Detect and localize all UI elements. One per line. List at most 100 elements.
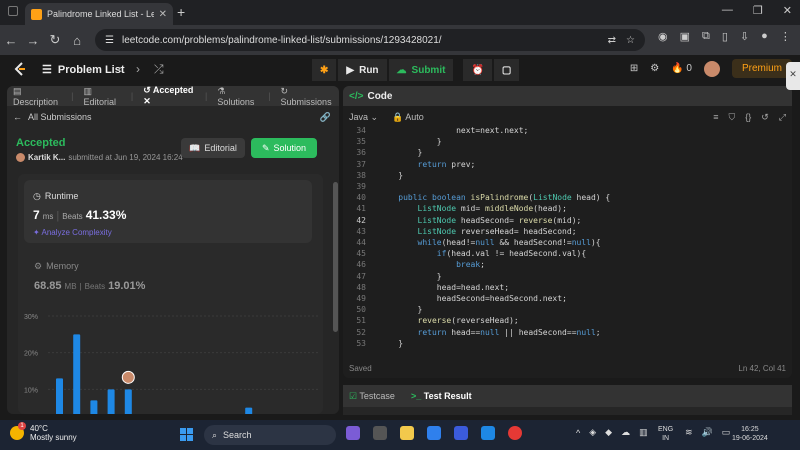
tab-editorial[interactable]: ▥ Editorial [83, 86, 120, 107]
weather-widget[interactable]: 1 40°C Mostly sunny [10, 422, 77, 442]
runtime-card[interactable]: ◷ Runtime 7 ms | Beats 41.33% ✦ Analyze … [24, 180, 312, 243]
tab-test-result[interactable]: >_ Test Result [411, 391, 472, 401]
tab-submissions[interactable]: ↻ Submissions [281, 86, 333, 107]
download-icon[interactable]: ⇩ [740, 30, 749, 43]
side-toggle-icon[interactable]: ✕ [786, 62, 800, 90]
code-line[interactable]: 43 ListNode reverseHead= headSecond; [343, 227, 792, 238]
tab-testcase[interactable]: ☑ Testcase [349, 391, 395, 402]
chevron-up-icon[interactable]: ^ [576, 428, 580, 438]
editorial-button[interactable]: 📖 Editorial [181, 138, 245, 158]
extension-icon[interactable]: ▣ [680, 30, 690, 43]
close-window-icon[interactable]: ✕ [783, 4, 792, 17]
mail-icon[interactable] [427, 426, 441, 440]
analyze-complexity-link[interactable]: ✦ Analyze Complexity [33, 228, 112, 237]
braces-icon[interactable]: {} [745, 112, 751, 123]
chart-bar[interactable] [124, 389, 132, 414]
chart-bar[interactable] [73, 334, 81, 414]
layout-icon[interactable]: ⊞ [630, 63, 638, 74]
language-select[interactable]: Java ⌄ [349, 112, 378, 123]
puzzle-icon[interactable]: ⧉ [702, 30, 710, 43]
all-submissions-link[interactable]: ← All Submissions [13, 112, 92, 122]
code-line[interactable]: 45 if(head.val != headSecond.val){ [343, 249, 792, 260]
home-icon[interactable]: ⌂ [66, 33, 88, 48]
next-problem-icon[interactable]: › [136, 62, 140, 77]
timer-button[interactable]: ⏰ [463, 59, 492, 81]
share-link-icon[interactable]: 🔗 [320, 112, 331, 123]
reload-icon[interactable]: ↻ [44, 32, 66, 48]
cloud-icon[interactable]: ☁ [621, 427, 630, 438]
fullscreen-icon[interactable]: ⤢ [779, 112, 786, 123]
tray-app-icon[interactable]: ◈ [589, 427, 596, 438]
file-explorer-icon[interactable] [400, 426, 414, 440]
chart-bar[interactable] [56, 378, 63, 414]
menu-icon[interactable]: ⋮ [780, 30, 791, 43]
code-line[interactable]: 47 } [343, 272, 792, 283]
clock[interactable]: 16:25 19-06-2024 [732, 425, 768, 443]
task-view-icon[interactable] [373, 426, 387, 440]
tray-app-icon[interactable]: ▥ [639, 427, 648, 438]
premium-button[interactable]: Premium [731, 59, 792, 78]
tab-description[interactable]: ▤ Description [13, 86, 61, 107]
code-line[interactable]: 46 break; [343, 260, 792, 271]
site-info-icon[interactable]: ☰ [105, 35, 114, 46]
code-line[interactable]: 37 return prev; [343, 160, 792, 171]
runtime-distribution-chart[interactable]: 30% 20% 10% [18, 314, 323, 414]
user-avatar[interactable] [703, 60, 720, 77]
forward-icon[interactable]: → [22, 33, 44, 48]
back-icon[interactable]: ← [0, 33, 22, 48]
code-line[interactable]: 49 headSecond=headSecond.next; [343, 294, 792, 305]
chart-bar[interactable] [245, 407, 253, 414]
taskbar-search[interactable]: ⌕ Search [204, 425, 336, 445]
new-tab-icon[interactable]: + [177, 4, 185, 20]
code-line[interactable]: 35 } [343, 137, 792, 148]
code-line[interactable]: 50 } [343, 305, 792, 316]
prev-problem-icon[interactable]: ‹ [118, 62, 122, 77]
code-editor[interactable]: 34 next=next.next; 35 } 36 } 37 return prev… [343, 126, 792, 348]
code-line[interactable]: 39 [343, 182, 792, 193]
code-line[interactable]: 40 public boolean isPalindrome(ListNode … [343, 193, 792, 204]
browser-tab[interactable]: Palindrome Linked List - LeetCo ✕ [25, 3, 173, 25]
your-submission-marker[interactable] [121, 370, 135, 384]
username[interactable]: Kartik K... [28, 153, 65, 162]
reset-icon[interactable]: ↺ [761, 112, 769, 123]
battery-icon[interactable]: ▭ [722, 427, 731, 438]
extension-icon[interactable]: ◉ [658, 30, 668, 43]
vscode-icon[interactable] [454, 426, 468, 440]
code-line[interactable]: 42 ListNode headSecond= reverse(mid); [343, 216, 792, 227]
sidepanel-icon[interactable]: ▯ [722, 30, 728, 43]
code-line[interactable]: 52 return head==null || headSecond==null… [343, 328, 792, 339]
leetcode-logo-icon[interactable] [12, 61, 28, 77]
notes-button[interactable]: ▢ [493, 59, 520, 81]
memory-tab[interactable]: ⚙ Memory [34, 261, 79, 272]
volume-icon[interactable]: 🔊 [702, 427, 713, 438]
chrome-icon[interactable] [508, 426, 522, 440]
chart-bar[interactable] [107, 389, 115, 414]
store-icon[interactable] [481, 426, 495, 440]
run-button[interactable]: ▶ Run [338, 59, 387, 81]
scrollbar[interactable] [333, 182, 338, 332]
code-line[interactable]: 38 } [343, 171, 792, 182]
code-line[interactable]: 44 while(head!=null && headSecond!=null)… [343, 238, 792, 249]
tray-app-icon[interactable]: ◆ [605, 427, 612, 438]
bookmark-star-icon[interactable]: ☆ [626, 35, 635, 46]
close-tab-icon[interactable]: ✕ [143, 96, 151, 106]
bookmark-icon[interactable]: ⛉ [728, 112, 735, 123]
debug-button[interactable]: ✱ [312, 59, 337, 81]
maximize-icon[interactable]: ❐ [753, 4, 763, 17]
url-bar[interactable]: ☰ leetcode.com/problems/palindrome-linke… [95, 29, 645, 51]
chart-bar[interactable] [90, 400, 98, 414]
tab-search-icon[interactable] [8, 6, 18, 16]
shuffle-icon[interactable]: ⤮ [154, 62, 164, 77]
code-line[interactable]: 51 reverse(reverseHead); [343, 316, 792, 327]
format-icon[interactable]: ≡ [713, 112, 718, 123]
code-line[interactable]: 36 } [343, 148, 792, 159]
code-line[interactable]: 48 head=head.next; [343, 283, 792, 294]
translate-icon[interactable]: ⇄ [608, 35, 616, 46]
solution-button[interactable]: ✎ Solution [251, 138, 317, 158]
wifi-icon[interactable]: ≋ [685, 427, 693, 438]
code-line[interactable]: 53 } [343, 339, 792, 350]
minimize-icon[interactable]: — [722, 4, 733, 17]
copilot-icon[interactable] [346, 426, 360, 440]
language-indicator[interactable]: ENG IN [658, 425, 673, 443]
tab-accepted[interactable]: ↺ Accepted ✕ [143, 86, 195, 107]
